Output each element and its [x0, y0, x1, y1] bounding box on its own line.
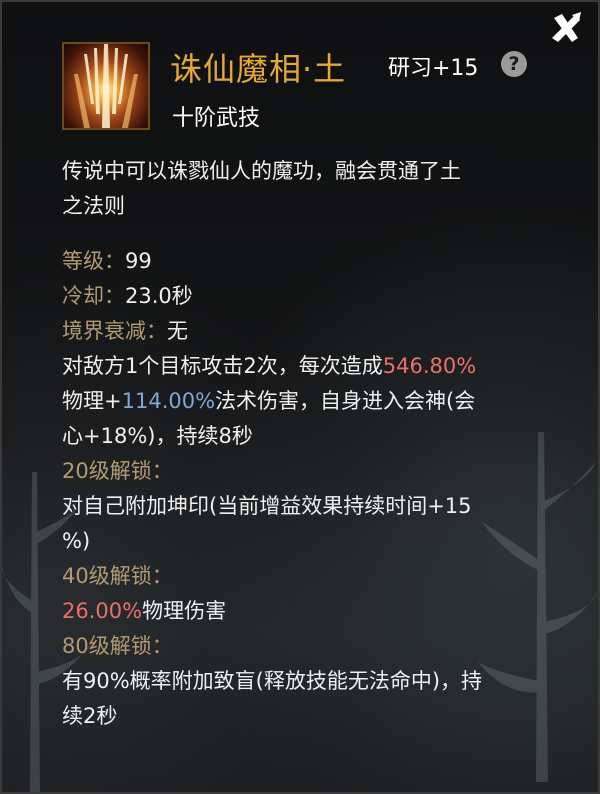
- realm-decay-value: 无: [167, 319, 188, 343]
- unlock-20-text: %): [62, 529, 91, 553]
- close-icon[interactable]: [548, 10, 584, 46]
- effect-text: 心+18%)，持续8秒: [62, 424, 253, 448]
- realm-decay-row: 境界衰减：无: [62, 314, 562, 349]
- unlock-40-label: 40级解锁：: [62, 564, 173, 588]
- effect-text: 物理+: [62, 389, 122, 413]
- effect-line: 物理+114.00%法术伤害，自身进入会神(会: [62, 384, 562, 419]
- description-line: 之法则: [62, 189, 562, 224]
- skill-tooltip-panel: 诛仙魔相·土 研习+15 ? 十阶武技 传说中可以诛戮仙人的魔功，融会贯通了土 …: [0, 0, 600, 794]
- effect-line: 心+18%)，持续8秒: [62, 419, 562, 454]
- effect-text: 对敌方1个目标攻击2次，每次造成: [62, 354, 383, 378]
- unlock-40-text: 物理伤害: [142, 599, 227, 623]
- cooldown-label: 冷却：: [62, 284, 125, 308]
- level-row: 等级：99: [62, 244, 562, 279]
- effect-text: 法术伤害，自身进入会神(会: [215, 389, 476, 413]
- description-text: 传说中可以诛戮仙人的魔功，融会贯通了土: [62, 159, 461, 183]
- skill-details: 传说中可以诛戮仙人的魔功，融会贯通了土 之法则 等级：99 冷却：23.0秒 境…: [62, 154, 562, 734]
- cooldown-row: 冷却：23.0秒: [62, 279, 562, 314]
- unlock-80-text: 续2秒: [62, 704, 118, 728]
- unlock-20-text: 对自己附加坤印(当前增益效果持续时间+15: [62, 494, 472, 518]
- effect-line: 对敌方1个目标攻击2次，每次造成546.80%: [62, 349, 562, 384]
- level-value: 99: [125, 249, 152, 273]
- description-text: 之法则: [62, 194, 125, 218]
- magic-damage-pct: 114.00%: [121, 389, 216, 413]
- research-level: 研习+15: [388, 56, 479, 81]
- description-line: 传说中可以诛戮仙人的魔功，融会贯通了土: [62, 154, 562, 189]
- skill-icon: [62, 42, 150, 130]
- level-label: 等级：: [62, 249, 125, 273]
- unlock-40-line: 26.00%物理伤害: [62, 594, 562, 629]
- realm-decay-label: 境界衰减：: [62, 319, 167, 343]
- physical-damage-pct: 546.80%: [382, 354, 477, 378]
- unlock-40-value: 26.00%: [62, 599, 143, 623]
- unlock-80-text: 有90%概率附加致盲(释放技能无法命中)，持: [62, 669, 483, 693]
- skill-name: 诛仙魔相·土: [170, 50, 347, 88]
- question-mark-icon[interactable]: ?: [501, 51, 527, 77]
- cooldown-value: 23.0秒: [125, 284, 193, 308]
- skill-grade: 十阶武技: [172, 106, 261, 131]
- unlock-20-label: 20级解锁：: [62, 459, 173, 483]
- skill-icon-art: [74, 44, 138, 128]
- unlock-80-label: 80级解锁：: [62, 634, 173, 658]
